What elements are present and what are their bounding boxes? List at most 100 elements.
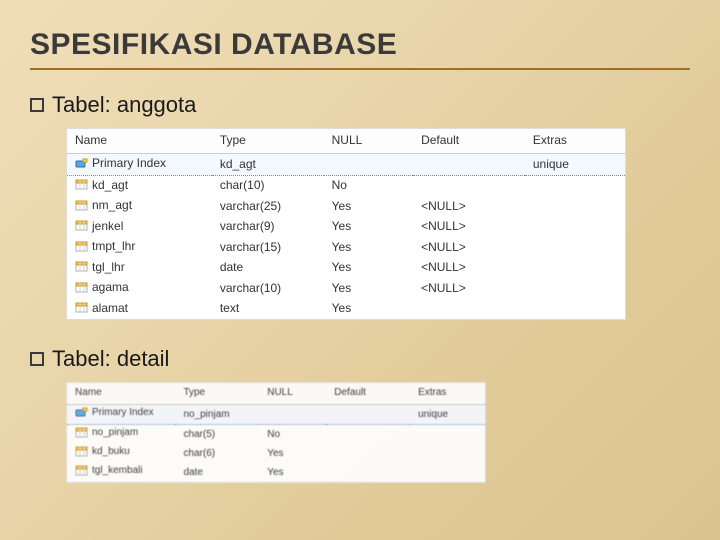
cell-type: kd_agt: [212, 154, 324, 176]
cell-type: no_pinjam: [175, 405, 259, 425]
cell-name-text: tgl_kembali: [92, 465, 143, 476]
column-icon: [75, 427, 88, 438]
col-header-default: Default: [413, 129, 525, 154]
cell-name: kd_agt: [67, 175, 212, 196]
table-header-row: Name Type NULL Default Extras: [67, 383, 486, 405]
col-header-type: Type: [175, 383, 259, 405]
section-label-prefix: Tabel:: [52, 92, 111, 117]
cell-default: <NULL>: [413, 258, 525, 279]
column-icon: [75, 446, 88, 457]
cell-name-text: kd_agt: [92, 178, 128, 192]
cell-name-text: tmpt_lhr: [92, 239, 135, 253]
cell-name: Primary Index: [67, 154, 212, 176]
section-heading-anggota: Tabel: anggota: [30, 92, 690, 118]
table-row: Primary Indexno_pinjam unique: [67, 405, 486, 425]
cell-null: Yes: [324, 217, 413, 238]
cell-name: nm_agt: [67, 196, 212, 217]
cell-null: [324, 154, 413, 176]
cell-type: varchar(25): [212, 196, 324, 217]
col-header-default: Default: [326, 383, 410, 405]
table-row: Primary Index kd_agt unique: [67, 154, 626, 176]
col-header-extras: Extras: [410, 383, 485, 405]
slide: SPESIFIKASI DATABASE Tabel: anggota Name…: [0, 0, 720, 503]
table-anggota-wrap: Name Type NULL Default Extras Primary In…: [66, 128, 690, 320]
column-icon: [75, 302, 88, 313]
cell-null: [259, 405, 326, 425]
cell-name: alamat: [67, 299, 212, 320]
table-header-row: Name Type NULL Default Extras: [67, 129, 626, 154]
table-detail: Name Type NULL Default Extras Primary In…: [66, 382, 486, 483]
cell-null: Yes: [324, 278, 413, 299]
cell-default: [413, 154, 525, 176]
cell-default: [326, 444, 410, 463]
cell-default: [326, 405, 410, 425]
cell-extras: [410, 444, 485, 463]
table-row: nm_agtvarchar(25)Yes<NULL>: [67, 196, 626, 217]
cell-null: Yes: [324, 258, 413, 279]
cell-null: No: [324, 175, 413, 196]
cell-extras: unique: [410, 405, 485, 425]
cell-name-text: tgl_lhr: [92, 260, 125, 274]
cell-type: char(6): [175, 444, 259, 463]
cell-name-text: kd_buku: [92, 446, 130, 457]
section-heading-detail: Tabel: detail: [30, 346, 690, 372]
cell-type: text: [212, 299, 324, 320]
cell-type: varchar(9): [212, 217, 324, 238]
cell-type: date: [212, 258, 324, 279]
cell-default: [413, 299, 525, 320]
column-icon: [75, 282, 88, 293]
cell-name: no_pinjam: [67, 425, 176, 445]
col-header-extras: Extras: [525, 129, 626, 154]
cell-name-text: alamat: [92, 301, 128, 315]
cell-name-text: no_pinjam: [92, 427, 138, 438]
cell-default: <NULL>: [413, 237, 525, 258]
section-label-name: detail: [117, 346, 170, 371]
cell-default: <NULL>: [413, 196, 525, 217]
cell-type: varchar(15): [212, 237, 324, 258]
cell-extras: [525, 299, 626, 320]
table-row: tgl_lhr dateYes<NULL>: [67, 258, 626, 279]
cell-name: Primary Index: [67, 405, 176, 425]
table-detail-body: Primary Indexno_pinjamuniqueno_pinjamcha…: [67, 405, 486, 483]
table-anggota: Name Type NULL Default Extras Primary In…: [66, 128, 626, 320]
column-icon: [75, 241, 88, 252]
cell-name: jenkel: [67, 217, 212, 238]
cell-null: Yes: [259, 463, 326, 483]
col-header-name: Name: [67, 383, 176, 405]
column-icon: [75, 200, 88, 211]
table-row: kd_agt char(10)No: [67, 175, 626, 196]
cell-extras: [525, 237, 626, 258]
table-row: tgl_kembalidateYes: [67, 463, 486, 483]
cell-extras: unique: [525, 154, 626, 176]
bullet-icon: [30, 98, 44, 112]
col-header-null: NULL: [259, 383, 326, 405]
cell-default: [326, 425, 410, 445]
page-title: SPESIFIKASI DATABASE: [30, 28, 690, 62]
cell-name: tgl_lhr: [67, 258, 212, 279]
cell-type: char(10): [212, 175, 324, 196]
table-row: kd_bukuchar(6)Yes: [67, 444, 486, 463]
table-anggota-body: Primary Indexkd_agtuniquekd_agtchar(10)N…: [67, 154, 626, 320]
cell-name: tmpt_lhr: [67, 237, 212, 258]
cell-default: <NULL>: [413, 278, 525, 299]
table-row: jenkelvarchar(9)Yes<NULL>: [67, 217, 626, 238]
table-row: agamavarchar(10)Yes<NULL>: [67, 278, 626, 299]
section-label-prefix: Tabel:: [52, 346, 111, 371]
cell-name: agama: [67, 278, 212, 299]
col-header-null: NULL: [324, 129, 413, 154]
cell-extras: [525, 175, 626, 196]
column-icon: [75, 220, 88, 231]
cell-name: tgl_kembali: [67, 463, 176, 483]
cell-extras: [525, 196, 626, 217]
cell-default: [326, 463, 410, 483]
index-key-icon: [75, 407, 88, 418]
index-key-icon: [75, 158, 88, 169]
cell-extras: [410, 425, 485, 445]
cell-type: char(5): [175, 425, 259, 445]
cell-name-text: Primary Index: [92, 156, 166, 170]
column-icon: [75, 465, 88, 476]
col-header-name: Name: [67, 129, 212, 154]
cell-null: Yes: [324, 196, 413, 217]
bullet-icon: [30, 352, 44, 366]
cell-null: No: [259, 425, 326, 445]
